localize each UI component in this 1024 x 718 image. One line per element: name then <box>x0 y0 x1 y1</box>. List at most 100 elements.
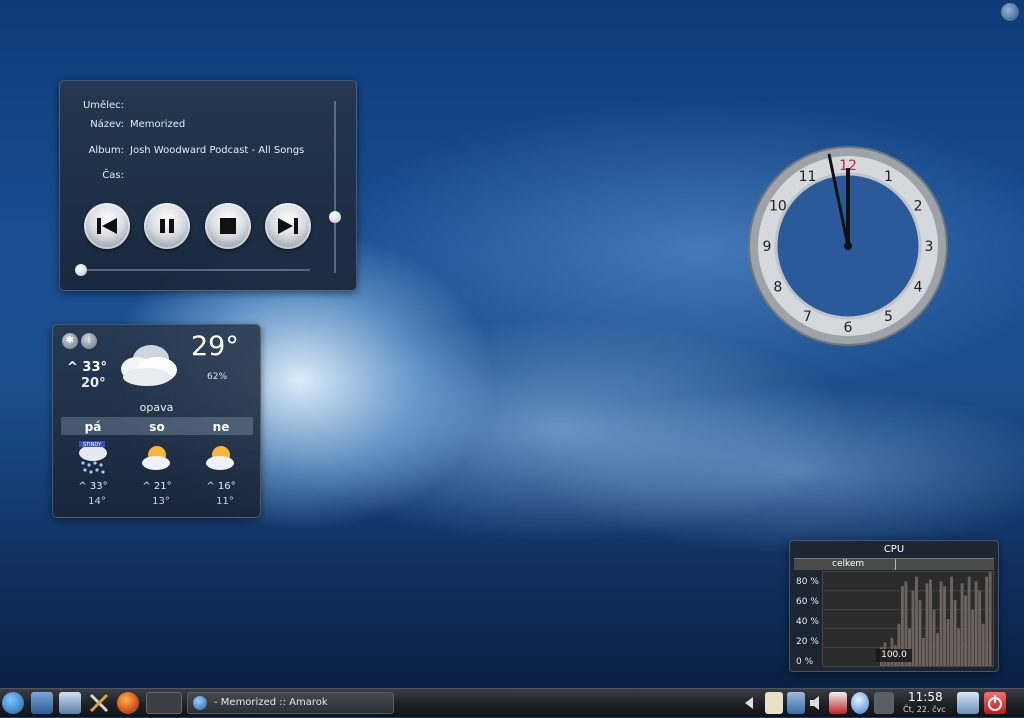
cpu-bar <box>974 581 978 666</box>
clock-date[interactable]: Čt, 22. čvc <box>903 705 946 714</box>
stop-icon <box>220 218 236 234</box>
cpu-bar <box>957 628 961 666</box>
album-label: Album: <box>88 145 124 156</box>
cpu-legend: celkem <box>794 558 994 570</box>
cpu-legend-label: celkem <box>832 559 865 569</box>
clock-time[interactable]: 11:58 <box>908 690 943 704</box>
cpu-bar <box>960 583 964 666</box>
partly-cloudy-icon <box>206 446 234 470</box>
cpu-monitor-widget: CPU celkem 80 % 60 % 40 % 20 % 0 % 100.0 <box>789 540 999 672</box>
clock-numeral: 8 <box>773 280 782 296</box>
album-value: Josh Woodward Podcast - All Songs <box>130 145 305 156</box>
cpu-current-value: 100.0 <box>876 649 912 662</box>
tray-collapse-icon[interactable] <box>742 692 756 714</box>
volume-slider-handle[interactable] <box>329 211 341 223</box>
device-notifier-icon[interactable] <box>787 692 805 714</box>
clock-numeral: 4 <box>914 280 923 296</box>
current-low-temp: 20° <box>81 376 106 391</box>
cpu-title: CPU <box>883 544 905 555</box>
lock-screen-icon[interactable] <box>957 692 979 714</box>
cpu-bar <box>967 576 971 666</box>
analog-clock: 121234567891011 <box>748 146 948 346</box>
clipboard-icon[interactable] <box>765 692 783 714</box>
cpu-bar <box>918 600 922 666</box>
clock-numeral: 5 <box>884 309 893 325</box>
cpu-ytick-80: 80 % <box>796 577 819 587</box>
time-label: Čas: <box>102 170 124 181</box>
system-settings-icon[interactable] <box>59 692 81 714</box>
clock-numeral: 1 <box>884 169 893 185</box>
desktop-toolbox-button[interactable] <box>1000 2 1020 22</box>
cpu-bar <box>932 609 936 666</box>
cpu-legend-divider <box>895 559 896 570</box>
volume-slider-track[interactable] <box>334 101 336 273</box>
cpu-ytick-40: 40 % <box>796 617 819 627</box>
forecast-day-3: ne <box>212 420 230 434</box>
amarok-icon <box>193 696 207 710</box>
previous-button[interactable] <box>84 203 130 249</box>
pause-icon <box>160 219 174 233</box>
title-value: Memorized <box>130 119 186 130</box>
forecast-day-2: so <box>149 420 165 434</box>
cpu-bar <box>946 619 950 666</box>
clock-numeral: 2 <box>914 199 923 215</box>
kde-menu-icon[interactable] <box>2 692 24 714</box>
current-high-temp: ^ 33° <box>67 360 108 375</box>
update-notifier-icon[interactable] <box>851 692 869 714</box>
weather-widget: ✱ i ^ 33° 20° 29° 62% opava pá so ne STI… <box>52 324 261 518</box>
cpu-bar <box>971 609 975 666</box>
cpu-bar <box>922 637 925 666</box>
clock-numeral: 11 <box>799 169 817 185</box>
volume-icon[interactable] <box>808 692 824 714</box>
desktop-pager[interactable] <box>146 692 182 714</box>
cpu-bar <box>943 586 947 666</box>
cpu-ytick-0: 0 % <box>796 657 814 667</box>
forecast-high-1: ^ 33° <box>78 481 108 492</box>
forecast-badge: STINDY <box>83 442 102 448</box>
clock-numeral: 9 <box>763 239 772 255</box>
humidity: 62% <box>207 372 228 382</box>
tools-icon[interactable] <box>88 692 110 714</box>
task-amarok[interactable]: - Memorized :: Amarok <box>187 692 394 714</box>
task-title: - Memorized :: Amarok <box>214 697 328 708</box>
settings-icon[interactable]: ✱ <box>62 333 78 349</box>
cpu-bar <box>978 590 982 666</box>
cpu-ytick-60: 60 % <box>796 597 819 607</box>
clock-numeral: 7 <box>803 309 812 325</box>
stop-button[interactable] <box>205 203 251 249</box>
forecast-low-2: 13° <box>152 496 170 507</box>
seek-slider-handle[interactable] <box>75 264 87 276</box>
current-temperature: 29° <box>191 331 239 362</box>
cloudy-icon <box>121 345 177 386</box>
rain-icon: STINDY <box>79 441 107 474</box>
partly-cloudy-icon <box>142 446 170 470</box>
forecast-low-1: 14° <box>88 496 106 507</box>
clock-center <box>844 242 852 250</box>
network-icon[interactable] <box>874 692 894 714</box>
cpu-bar <box>981 623 985 666</box>
forecast-high-3: ^ 16° <box>206 481 236 492</box>
next-button[interactable] <box>265 203 311 249</box>
cpu-ytick-20: 20 % <box>796 637 819 647</box>
keyboard-layout-icon[interactable] <box>829 692 847 714</box>
forecast-day-1: pá <box>84 420 102 434</box>
info-icon[interactable]: i <box>81 333 97 349</box>
logout-icon[interactable] <box>984 692 1006 714</box>
cpu-bar <box>929 579 932 666</box>
cpu-bar <box>936 633 939 666</box>
forecast-high-2: ^ 21° <box>142 481 172 492</box>
artist-label: Umělec: <box>82 100 124 111</box>
cpu-bar <box>915 576 918 666</box>
cpu-bar <box>988 572 992 666</box>
firefox-icon[interactable] <box>117 692 139 714</box>
taskbar: - Memorized :: Amarok 11:58 Čt, 22. čvc <box>0 688 1024 717</box>
cpu-bar <box>925 583 929 666</box>
show-desktop-icon[interactable] <box>31 692 53 714</box>
previous-icon <box>97 218 117 234</box>
cpu-bar <box>953 600 957 666</box>
clock-numeral: 10 <box>769 199 787 215</box>
cpu-bar <box>964 595 968 666</box>
city-name: opava <box>139 401 174 414</box>
seek-slider-track[interactable] <box>82 269 310 271</box>
pause-button[interactable] <box>144 203 190 249</box>
